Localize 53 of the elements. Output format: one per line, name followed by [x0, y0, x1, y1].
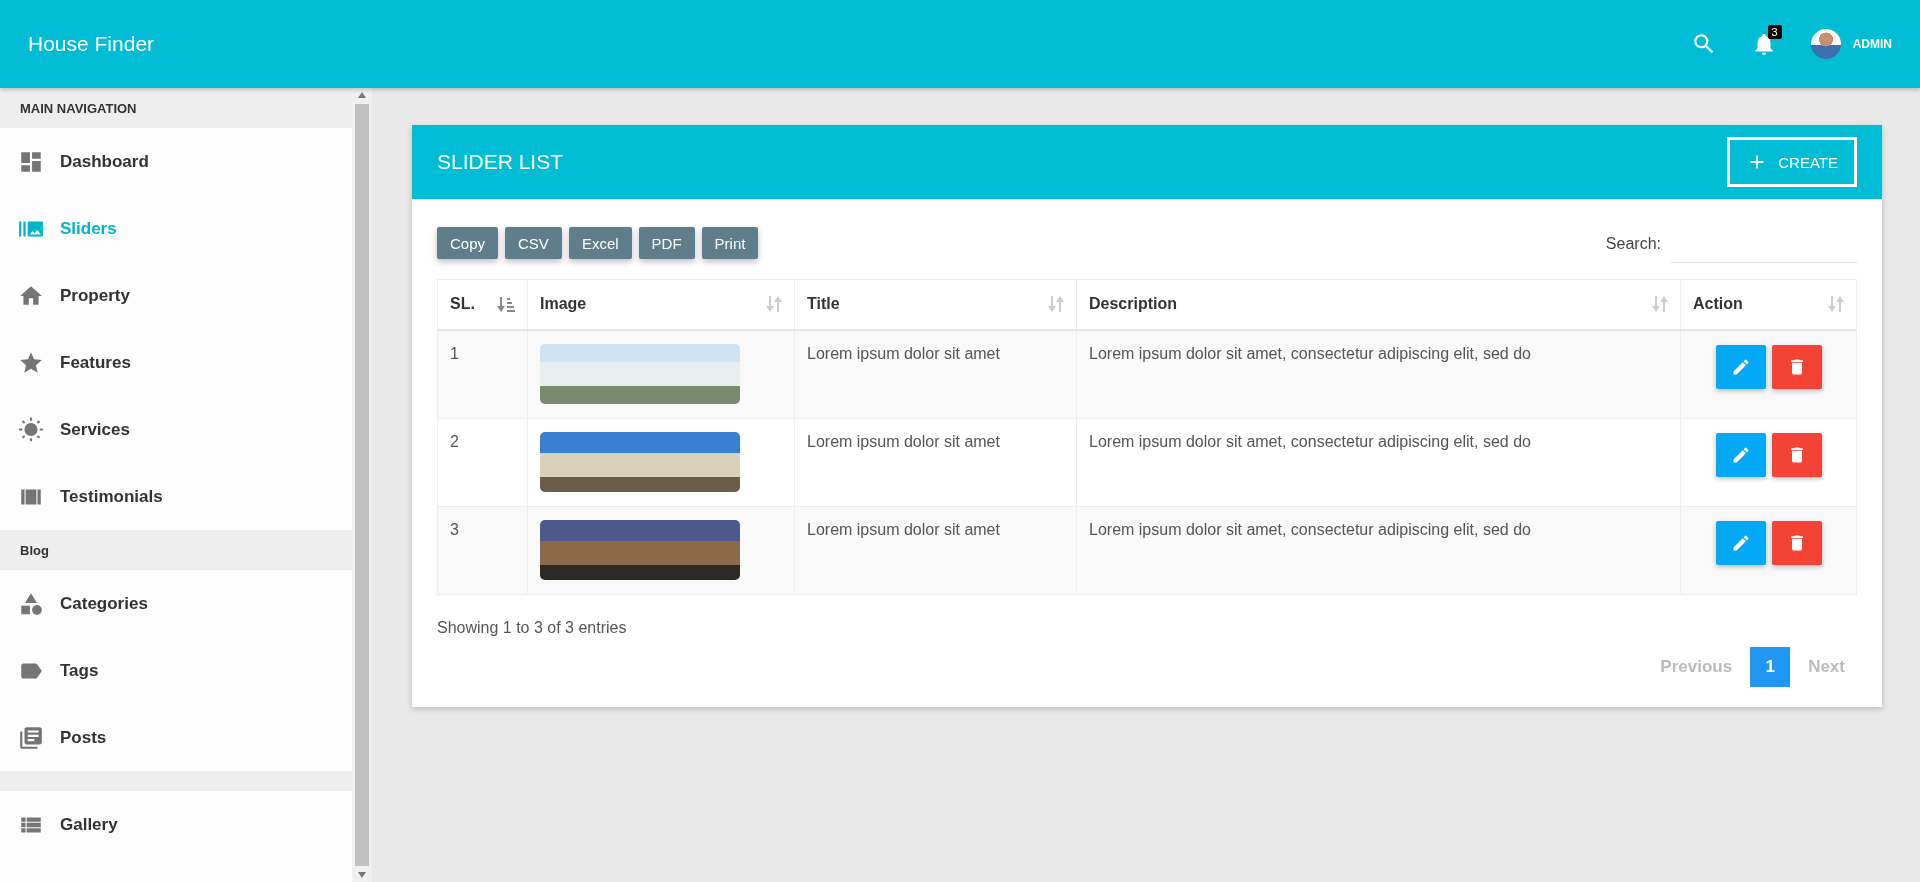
table-cell: Lorem ipsum dolor sit amet — [794, 506, 1077, 594]
sidebar-item[interactable]: Gallery — [0, 791, 352, 858]
sidebar-item[interactable]: Property — [0, 262, 352, 329]
export-button[interactable]: PDF — [638, 227, 695, 259]
search-label: Search: — [1605, 235, 1661, 253]
edit-button[interactable] — [1715, 344, 1766, 389]
table-cell: Lorem ipsum dolor sit amet, consectetur adipiscing elit, sed do — [1076, 418, 1681, 506]
delete-button[interactable] — [1771, 432, 1822, 477]
sidebar-section-header: MAIN NAVIGATION — [0, 88, 352, 128]
sidebar-item[interactable]: Features — [0, 329, 352, 396]
scroll-down-icon[interactable] — [358, 872, 366, 878]
edit-button[interactable] — [1715, 520, 1766, 565]
table-cell: 2 — [437, 418, 528, 506]
sort-icon — [1828, 295, 1844, 314]
column-header[interactable]: Action — [1680, 279, 1857, 330]
export-button[interactable]: Copy — [437, 227, 499, 259]
export-button[interactable]: Print — [701, 227, 759, 259]
table-cell: 3 — [437, 506, 528, 594]
sidebar-section-header: Blog — [0, 530, 352, 570]
table-cell: Lorem ipsum dolor sit amet — [794, 329, 1077, 418]
notification-badge: 3 — [1767, 25, 1782, 39]
table-cell: Lorem ipsum dolor sit amet, consectetur adipiscing elit, sed do — [1076, 329, 1681, 418]
avatar[interactable] — [1810, 29, 1841, 59]
app-title: House Finder — [28, 32, 156, 56]
export-button[interactable]: CSV — [505, 227, 562, 259]
column-header[interactable]: Image — [527, 279, 795, 330]
column-header[interactable]: Description — [1076, 279, 1681, 330]
nav-icon — [18, 416, 44, 443]
sort-ascending-icon — [497, 295, 515, 314]
delete-button[interactable] — [1771, 520, 1822, 565]
card-title: SLIDER LIST — [437, 150, 564, 174]
sidebar-item[interactable]: Categories — [0, 570, 352, 637]
sort-icon — [1652, 295, 1668, 314]
scrollbar-thumb[interactable] — [355, 104, 369, 866]
column-header[interactable]: SL. — [437, 279, 528, 330]
nav-icon — [18, 724, 44, 751]
export-button[interactable]: Excel — [568, 227, 632, 259]
delete-button[interactable] — [1771, 344, 1822, 389]
entries-info: Showing 1 to 3 of 3 entries — [437, 618, 628, 637]
sort-icon — [1048, 295, 1064, 314]
sidebar-item[interactable]: Tags — [0, 637, 352, 704]
sidebar-item[interactable]: Testimonials — [0, 463, 352, 530]
sidebar-item[interactable]: Services — [0, 396, 352, 463]
table-cell: Lorem ipsum dolor sit amet, consectetur adipiscing elit, sed do — [1076, 506, 1681, 594]
sort-icon — [766, 295, 782, 314]
table-cell: 1 — [437, 329, 528, 418]
scrollbar[interactable] — [352, 88, 372, 882]
scroll-up-icon[interactable] — [358, 92, 366, 98]
edit-button[interactable] — [1715, 432, 1766, 477]
table-cell: Lorem ipsum dolor sit amet — [794, 418, 1077, 506]
sidebar-item[interactable]: Dashboard — [0, 128, 352, 195]
sidebar-item[interactable]: Posts — [0, 704, 352, 771]
column-header[interactable]: Title — [794, 279, 1077, 330]
